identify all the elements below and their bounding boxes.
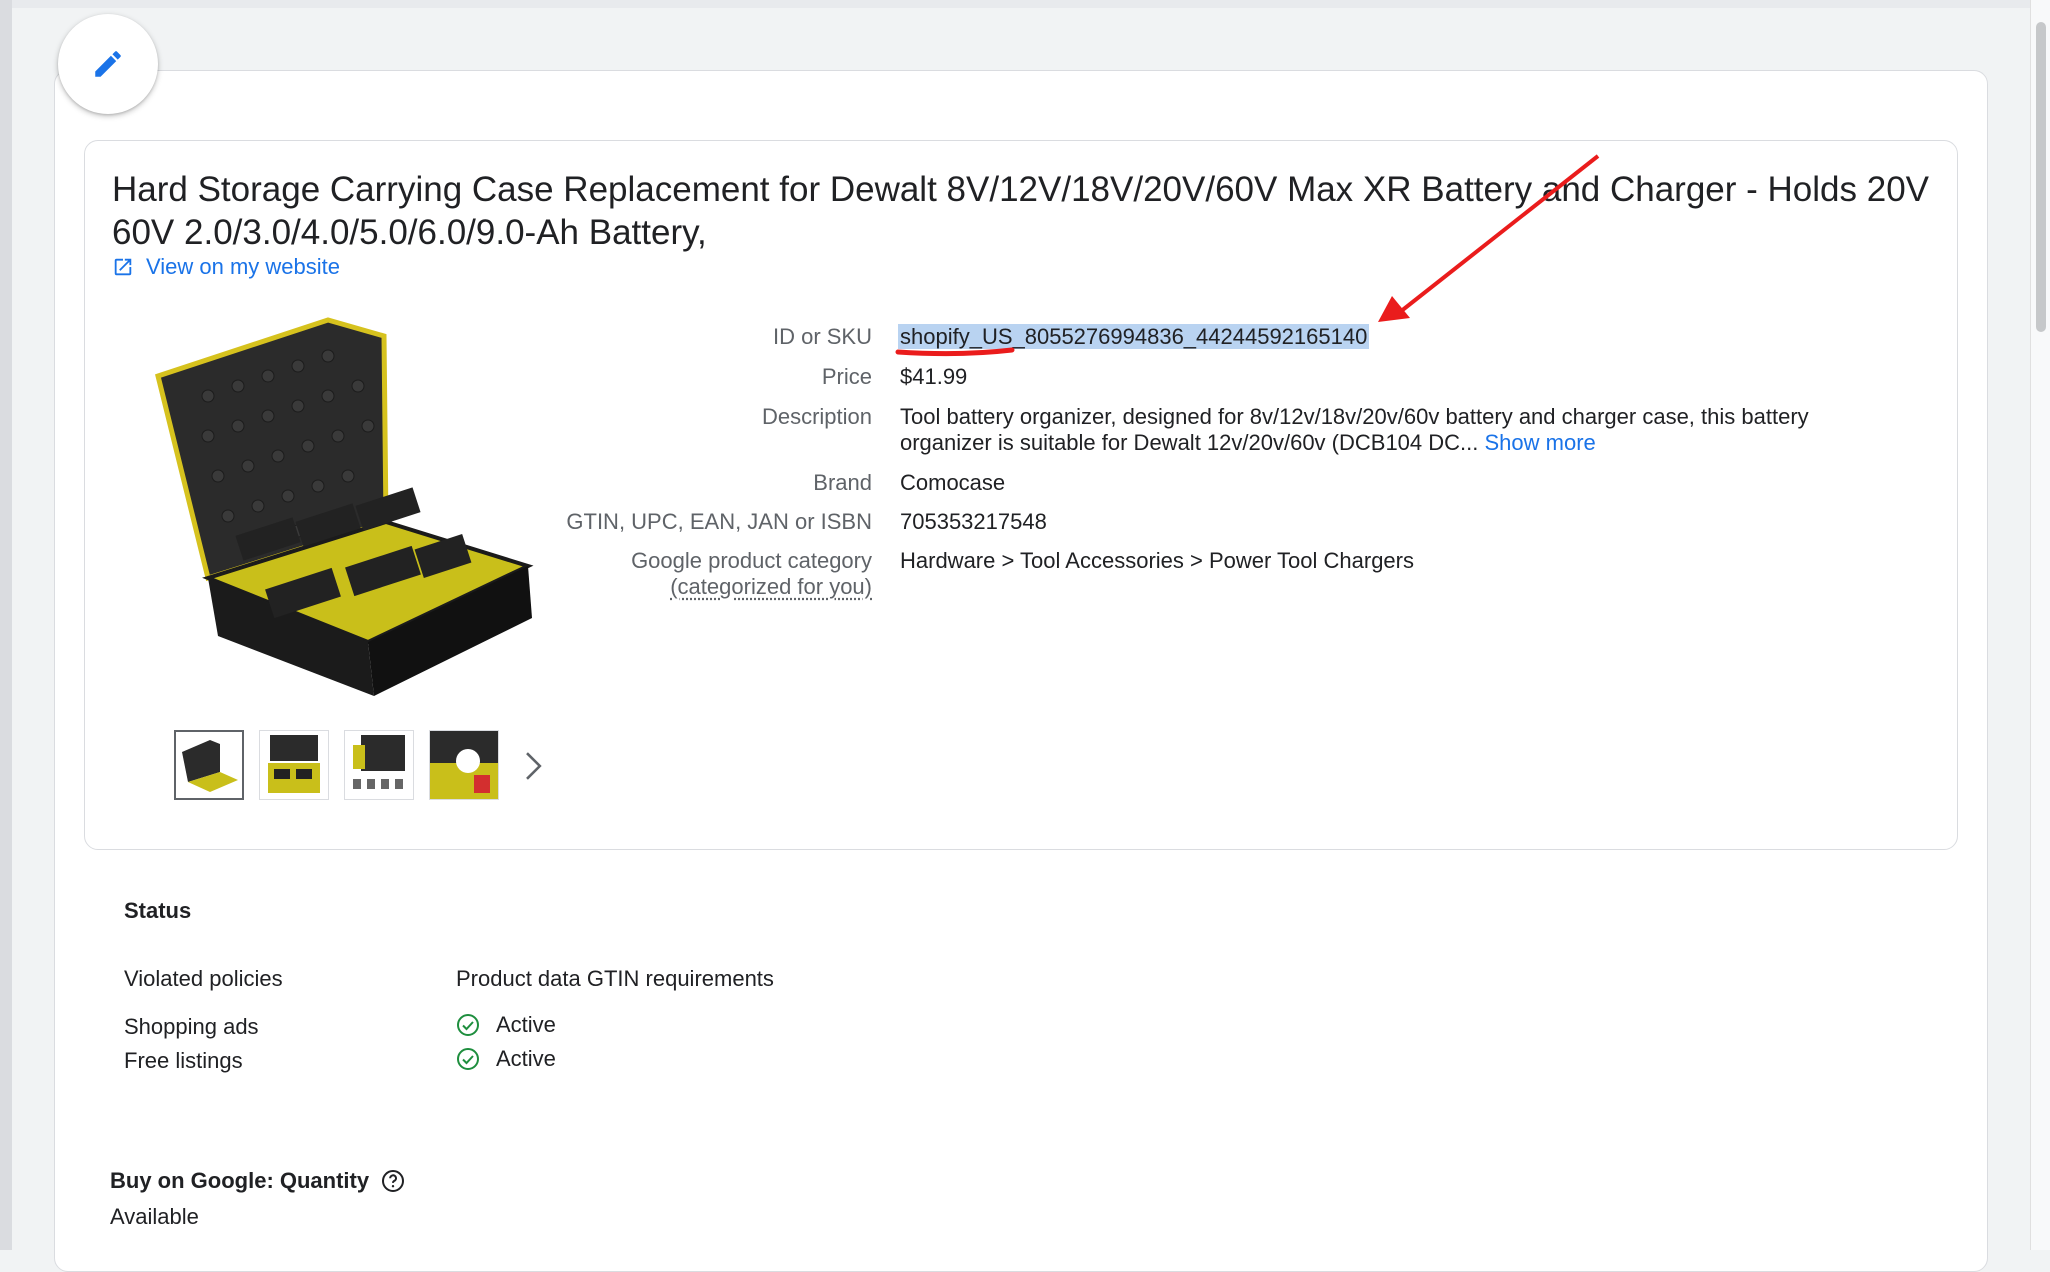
category-sublabel[interactable]: (categorized for you) [670, 574, 872, 600]
violated-policies-text: Product data GTIN requirements [456, 966, 774, 991]
product-title: Hard Storage Carrying Case Replacement f… [112, 170, 1930, 252]
thumbnail-3[interactable] [344, 730, 414, 800]
window-top-border [0, 0, 2050, 8]
sku-value-text: shopify_US_8055276994836_44244592165140 [898, 324, 1370, 349]
view-on-website-label: View on my website [146, 254, 341, 279]
help-circle-icon[interactable] [381, 1169, 405, 1193]
sku-value[interactable]: shopify_US_8055276994836_44244592165140 [898, 324, 1370, 350]
gtin-value: 705353217548 [900, 509, 1047, 534]
product-main-image[interactable] [148, 316, 534, 706]
category-value: Hardware > Tool Accessories > Power Tool… [900, 548, 1414, 573]
description-label: Description [761, 404, 872, 429]
status-heading: Status [124, 898, 192, 923]
shopping-ads-value: Active [496, 1012, 556, 1037]
check-circle-icon [457, 1048, 479, 1070]
category-label: Google product category [631, 548, 872, 573]
sku-label: ID or SKU [772, 324, 872, 349]
free-listings-value: Active [496, 1046, 556, 1071]
description-line-2: organizer is suitable for Dewalt 12v/20v… [900, 430, 1596, 456]
scrollbar-thumb[interactable] [2036, 22, 2046, 332]
check-circle-icon [457, 1014, 479, 1036]
thumbnail-1[interactable] [174, 730, 244, 800]
external-link-icon [114, 258, 132, 276]
pencil-icon [95, 51, 121, 77]
violated-policies-label: Violated policies [124, 966, 283, 991]
shopping-ads-label: Shopping ads [124, 1014, 259, 1039]
violated-policies-value: Product data GTIN requirements [456, 966, 774, 992]
free-listings-label: Free listings [124, 1048, 243, 1073]
show-more-link[interactable]: Show more [1485, 430, 1596, 455]
buy-on-google-value: Available [110, 1204, 199, 1229]
thumbnail-2[interactable] [259, 730, 329, 800]
buy-on-google-heading-text: Buy on Google: Quantity [110, 1168, 370, 1193]
buy-on-google-heading: Buy on Google: Quantity [110, 1168, 405, 1194]
thumbnail-4[interactable] [429, 730, 499, 800]
window-left-border [0, 0, 12, 1250]
free-listings-status: Active [456, 1046, 556, 1072]
price-value: $41.99 [900, 364, 968, 389]
price-label: Price [821, 364, 872, 389]
description-line-2-text: organizer is suitable for Dewalt 12v/20v… [900, 430, 1479, 455]
shopping-ads-status: Active [456, 1012, 556, 1038]
chevron-right-icon[interactable] [520, 748, 548, 784]
thumbnail-strip [174, 730, 499, 800]
view-on-website-link[interactable]: View on my website [112, 254, 340, 280]
brand-value: Comocase [900, 470, 1006, 495]
brand-label: Brand [813, 470, 872, 495]
description-line-1: Tool battery organizer, designed for 8v/… [900, 404, 1809, 429]
gtin-label: GTIN, UPC, EAN, JAN or ISBN [566, 509, 872, 534]
edit-button[interactable] [58, 14, 158, 114]
